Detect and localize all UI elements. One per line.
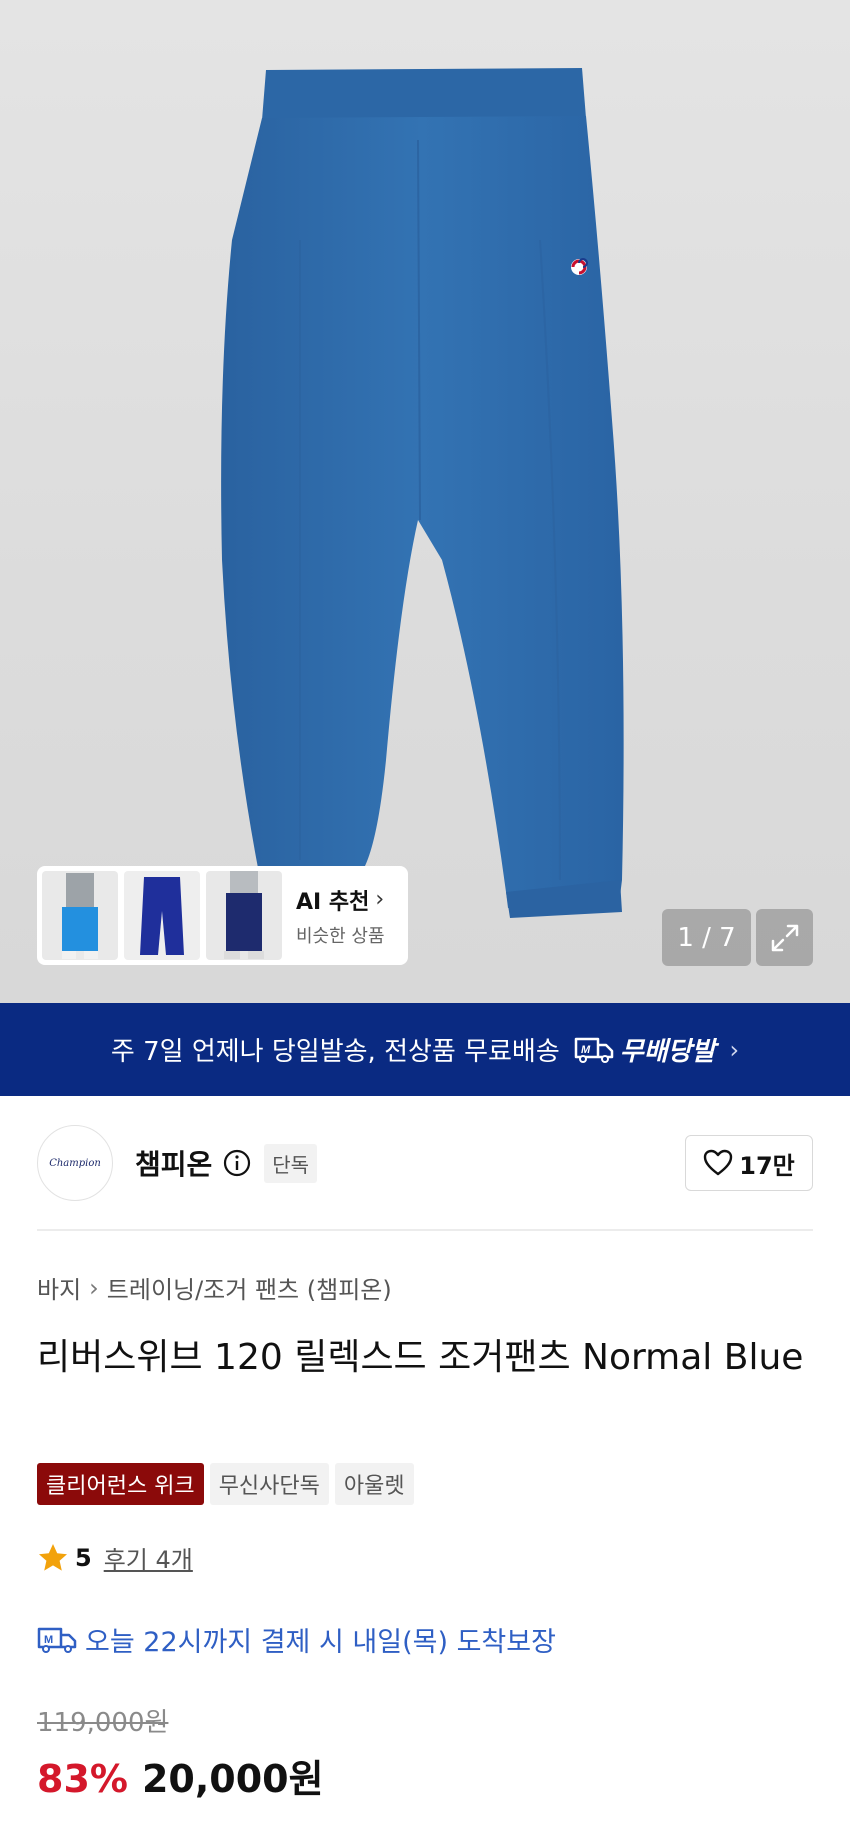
expand-icon [771,924,798,951]
delivery-text: 오늘 22시까지 결제 시 내일(목) 도착보장 [85,1627,556,1658]
free-shipping-banner[interactable]: 주 7일 언제나 당일발송, 전상품 무료배송 M 무배당발 › [0,1003,850,1096]
rating: 5 후기 4개 [37,1540,193,1575]
ai-thumbnail[interactable] [124,871,200,960]
original-price: 119,000원 [37,1708,169,1738]
ai-recommend-title[interactable]: AI 추천 › [296,884,385,916]
heart-icon [704,1149,733,1176]
chevron-right-icon: › [729,1035,740,1064]
like-button[interactable]: 17만 [685,1135,813,1191]
ai-recommendation-card[interactable]: AI 추천 › 비슷한 상품 [37,866,408,965]
banner-text: 주 7일 언제나 당일발송, 전상품 무료배송 [110,1037,560,1067]
product-image-gallery[interactable]: AI 추천 › 비슷한 상품 1 / 7 [0,0,850,1003]
ai-recommend-label: AI 추천 [296,889,370,915]
breadcrumb-item[interactable]: 바지 [37,1270,81,1305]
brand-logo[interactable]: Champion [37,1125,113,1201]
reviews-link[interactable]: 후기 4개 [104,1540,193,1575]
divider [37,1229,813,1231]
discount-rate: 83% [37,1757,128,1801]
delivery-badge: M 무배당발 [574,1031,716,1068]
product-tags: 클리어런스 위크 무신사단독 아울렛 [37,1463,420,1505]
outlet-tag: 아울렛 [334,1463,414,1505]
chevron-right-icon: › [89,1273,99,1302]
product-title: 리버스위브 120 릴렉스드 조거팬츠 Normal Blue [37,1337,804,1378]
brand-row: Champion 챔피온 단독 17만 [37,1125,813,1201]
chevron-right-icon: › [375,887,385,912]
badge-label: 무배당발 [619,1037,716,1067]
champion-logo-icon [571,258,588,275]
image-counter: 1 / 7 [662,909,751,966]
brand-name[interactable]: 챔피온 [135,1143,212,1183]
price-row: 83% 20,000원 [37,1748,324,1803]
clearance-tag: 클리어런스 위크 [37,1463,204,1505]
like-count: 17만 [739,1151,795,1180]
svg-text:M: M [581,1044,591,1056]
product-image [221,68,624,918]
ai-recommend-subtitle: 비슷한 상품 [296,925,385,947]
delivery-guarantee: M 오늘 22시까지 결제 시 내일(목) 도착보장 [37,1620,556,1659]
truck-icon: M [37,1627,77,1653]
info-icon[interactable] [222,1148,252,1178]
sale-price: 20,000원 [141,1757,324,1801]
breadcrumb-item[interactable]: 트레이닝/조거 팬츠 (챔피온) [107,1270,392,1305]
musinsa-exclusive-tag: 무신사단독 [209,1463,329,1505]
ai-thumbnail[interactable] [42,871,118,960]
ai-thumbnail[interactable] [206,871,282,960]
star-icon [39,1543,67,1571]
brand-logo-text: Champion [49,1157,101,1169]
expand-button[interactable] [756,909,813,966]
svg-text:M: M [44,1634,53,1646]
rating-score: 5 [75,1543,92,1572]
truck-icon: M [574,1037,614,1063]
exclusive-tag: 단독 [264,1143,318,1183]
breadcrumb: 바지 › 트레이닝/조거 팬츠 (챔피온) [37,1270,392,1305]
